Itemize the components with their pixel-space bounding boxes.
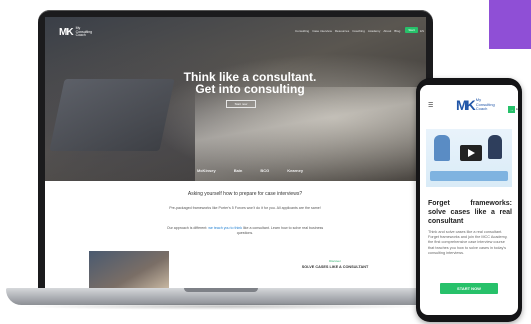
hero-section: MK My Consulting Coach Consulting Case i… — [45, 17, 426, 181]
laptop-screen: MK My Consulting Coach Consulting Case i… — [45, 17, 426, 289]
hero-title-line-2: Get into consulting — [195, 82, 305, 96]
mobile-header: ☰ MK My Consulting Coach → EN — [420, 85, 518, 121]
case-label: Discover — [329, 259, 341, 263]
logo-text: My Consulting Coach — [75, 26, 93, 38]
intro-heading: Asking yourself how to prepare for case … — [187, 191, 303, 197]
hero-title: Think like a consultant. Get into consul… — [155, 71, 345, 95]
client-logo-kearney: Kearney — [287, 168, 304, 173]
client-logos: McKinsey Bain BCG Kearney — [197, 168, 303, 173]
logo-mark: MK — [59, 27, 74, 38]
intro-section: Asking yourself how to prepare for case … — [45, 181, 426, 289]
case-title: SOLVE CASES LIKE A CONSULTANT — [301, 265, 369, 269]
intro-paragraph-1: Pre-packaged frameworks like Porter's 5 … — [169, 206, 321, 210]
nav-item-about[interactable]: About — [383, 29, 391, 33]
nav-item-coaching[interactable]: Coaching — [352, 29, 365, 33]
mobile-header-button[interactable]: → — [508, 106, 515, 113]
mobile-language-switch[interactable]: EN — [516, 107, 518, 111]
illustration-person-right — [488, 135, 502, 159]
language-switch[interactable]: EN — [420, 29, 424, 33]
illustration-person-left — [434, 135, 450, 161]
main-nav: Consulting Case interview Resources Coac… — [295, 29, 400, 33]
mobile-logo-mark: MK — [456, 97, 476, 113]
hamburger-menu-icon[interactable]: ☰ — [428, 102, 433, 109]
nav-item-blog[interactable]: Blog — [394, 29, 400, 33]
laptop-notch — [184, 288, 258, 292]
intro-paragraph-2-post: like a consultant. Learn how to solve re… — [236, 226, 324, 235]
play-icon[interactable] — [468, 149, 475, 157]
mobile-start-now-button[interactable]: START NOW — [440, 283, 498, 294]
laptop-mockup: MK My Consulting Coach Consulting Case i… — [38, 10, 433, 294]
nav-item-academy[interactable]: Academy — [368, 29, 381, 33]
mobile-body-text: Think and solve cases like a real consul… — [428, 230, 508, 255]
client-logo-mckinsey: McKinsey — [197, 168, 216, 173]
mobile-logo[interactable]: MK My Consulting Coach — [456, 97, 498, 113]
laptop-shadow — [20, 303, 428, 310]
content-image — [89, 251, 169, 289]
client-logo-bain: Bain — [233, 168, 243, 173]
nav-item-case-interview[interactable]: Case interview — [312, 29, 332, 33]
nav-item-consulting[interactable]: Consulting — [295, 29, 309, 33]
nav-start-button[interactable]: Start — [405, 27, 418, 33]
client-logo-bcg: BCG — [260, 168, 270, 173]
mobile-headline: Forget frameworks: solve cases like a re… — [428, 200, 512, 225]
phone-mockup: ☰ MK My Consulting Coach → EN Forget fra… — [416, 78, 522, 322]
hero-cta-button[interactable]: Start now — [226, 100, 256, 108]
intro-paragraph-2-pre: Our approach is different: — [166, 226, 208, 230]
nav-item-resources[interactable]: Resources — [335, 29, 349, 33]
mobile-logo-text: My Consulting Coach — [475, 97, 495, 112]
intro-highlight-link[interactable]: we teach you to think — [208, 226, 242, 230]
site-logo[interactable]: MK My Consulting Coach — [59, 26, 93, 38]
intro-paragraph-2: Our approach is different: we teach you … — [160, 226, 330, 236]
illustration-table — [430, 171, 508, 181]
purple-accent-block — [489, 0, 531, 49]
phone-screen: ☰ MK My Consulting Coach → EN Forget fra… — [420, 85, 518, 315]
